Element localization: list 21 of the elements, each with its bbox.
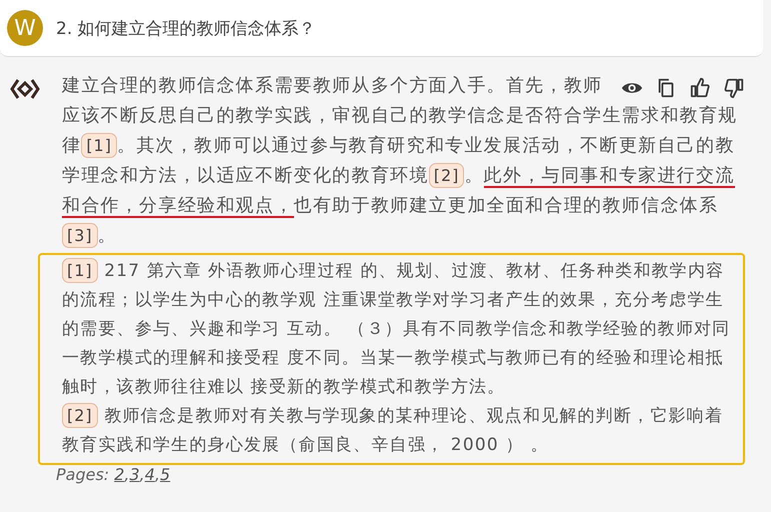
pages-label: Pages: [56,465,110,484]
separator-text: , [140,465,145,484]
page-link[interactable]: 5 [160,465,170,484]
user-avatar: W [7,10,43,46]
thumbs-down-icon[interactable] [723,77,745,99]
thumbs-up-icon[interactable] [689,77,711,99]
page-link[interactable]: 3 [129,465,140,484]
citation-link[interactable]: [1] [81,133,117,158]
question-text: 2. 如何建立合理的教师信念体系？ [56,18,316,40]
page-link[interactable]: 2 [114,465,124,484]
answer-paragraph: 建立合理的教师信念体系需要教师从多个方面入手。首先，教师应该不断反思自己的教学实践，审视自己的教学信念是否符合学生需求和教育规律 [1] 。其次，教师可以通过参与教育研究和专业发展活动，不断更新自己的教学理念和方法，以适应不断变化的教育环境 [2] 。此外，与同事和专家进行交流和合作，分享经验和观点，也有助于教师建立更加全面和合理的教师信念体系 [3] 。 [62,74,738,250]
reference-text: [2] 教师信念是教师对有关教与学现象的某种理论、观点和见解的判断，它影响着教育实践和学生的身心发展（俞国良、辛自强， 2000 ） 。 [62,402,735,460]
citation-link[interactable]: [2] [428,163,464,188]
citation-link[interactable]: [3] [62,223,98,248]
page-link[interactable]: 4 [144,465,155,484]
reference-text: [1] 217 第六章 外语教师心理过程 的、规划、过渡、教材、任务种类和教学内容的流程；以学生为中心的教学观 注重课堂教学对学习者产生的效果，充分考虑学生的需要、参与、兴趣和学习 互动。 （３）具有不同教学信念和教学经验的教师对同一教学模式的理解和接受程 度不同。当某一教学模式与教师已有的经验和理论相抵触时，该教师往往难以 接受新的教学模式和教学方法。 [62,257,735,402]
separator-text: , [124,465,130,484]
citation-link[interactable]: [1] [62,258,98,283]
citation-link[interactable]: [2] [62,403,98,428]
bot-logo-icon [10,77,40,101]
separator-text: , [154,465,160,484]
